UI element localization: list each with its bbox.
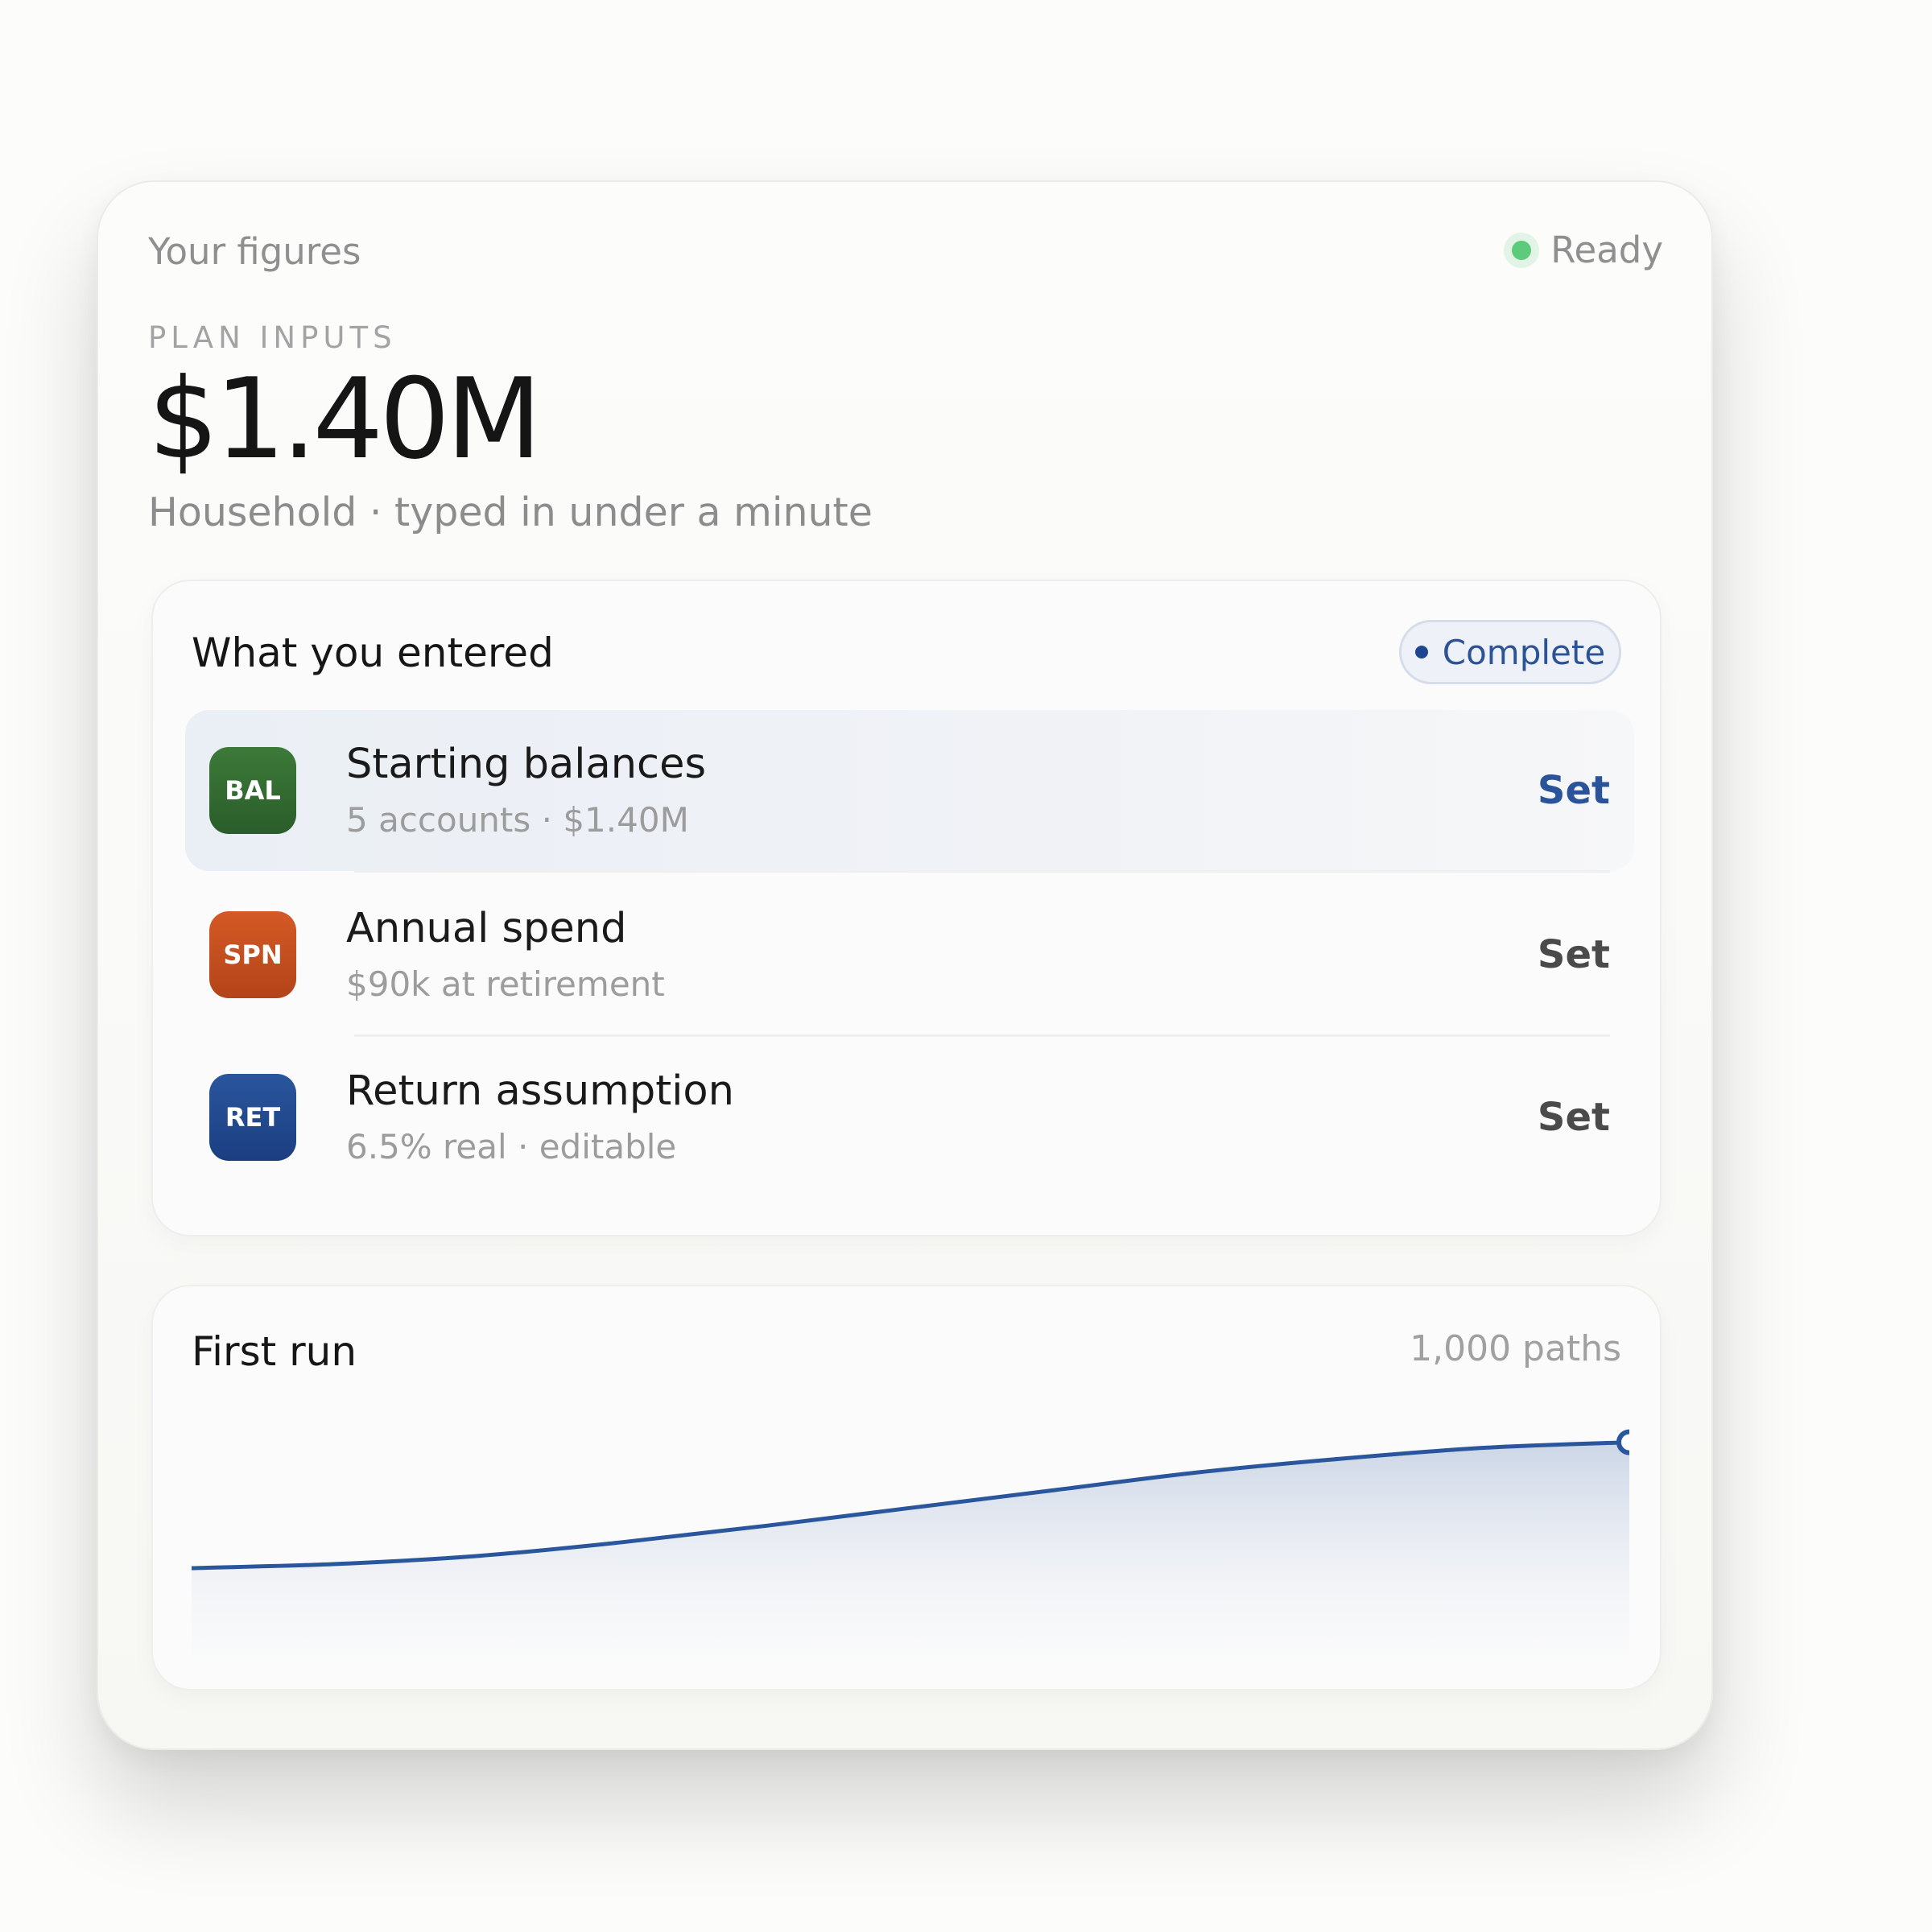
return-badge-icon: RET [209, 1074, 296, 1161]
complete-dot-icon [1414, 646, 1428, 658]
summary-subtitle: Household · typed in under a minute [148, 489, 873, 535]
complete-label: Complete [1442, 632, 1606, 672]
paths-count: 1,000 paths [1410, 1328, 1621, 1369]
chart-area [192, 1442, 1629, 1657]
list-item-return-assumption[interactable]: RET Return assumption 6.5% real · editab… [185, 1037, 1634, 1198]
spend-badge-icon: SPN [209, 911, 296, 998]
entered-panel-title: What you entered [192, 630, 554, 676]
set-button[interactable]: Set [1538, 768, 1610, 813]
card-title: Your figures [148, 230, 361, 273]
first-run-panel: First run 1,000 paths [151, 1285, 1662, 1690]
row-title: Annual spend [346, 905, 627, 952]
status-dot-icon [1512, 240, 1532, 260]
set-button[interactable]: Set [1538, 1095, 1610, 1140]
first-run-chart [192, 1429, 1629, 1657]
row-subtitle: $90k at retirement [346, 964, 665, 1004]
plan-inputs-card: Your figures Ready PLAN INPUTS $1.40M Ho… [97, 180, 1713, 1750]
chart-end-point [1616, 1429, 1629, 1455]
complete-badge: Complete [1399, 620, 1621, 684]
set-button[interactable]: Set [1538, 932, 1610, 977]
list-item-annual-spend[interactable]: SPN Annual spend $90k at retirement Set [185, 874, 1634, 1037]
row-subtitle: 5 accounts · $1.40M [346, 800, 689, 840]
row-title: Starting balances [346, 741, 707, 788]
ready-status-label: Ready [1550, 229, 1663, 271]
row-subtitle: 6.5% real · editable [346, 1127, 677, 1166]
entered-panel: What you entered Complete BAL Starting b… [151, 580, 1662, 1236]
first-run-title: First run [192, 1328, 357, 1375]
plan-inputs-eyebrow: PLAN INPUTS [148, 320, 397, 355]
balances-badge-icon: BAL [209, 747, 296, 834]
list-item-starting-balances[interactable]: BAL Starting balances 5 accounts · $1.40… [185, 710, 1634, 873]
ready-status: Ready [1512, 229, 1663, 271]
total-amount: $1.40M [148, 354, 542, 484]
row-title: Return assumption [346, 1067, 734, 1115]
divider [354, 870, 1610, 873]
